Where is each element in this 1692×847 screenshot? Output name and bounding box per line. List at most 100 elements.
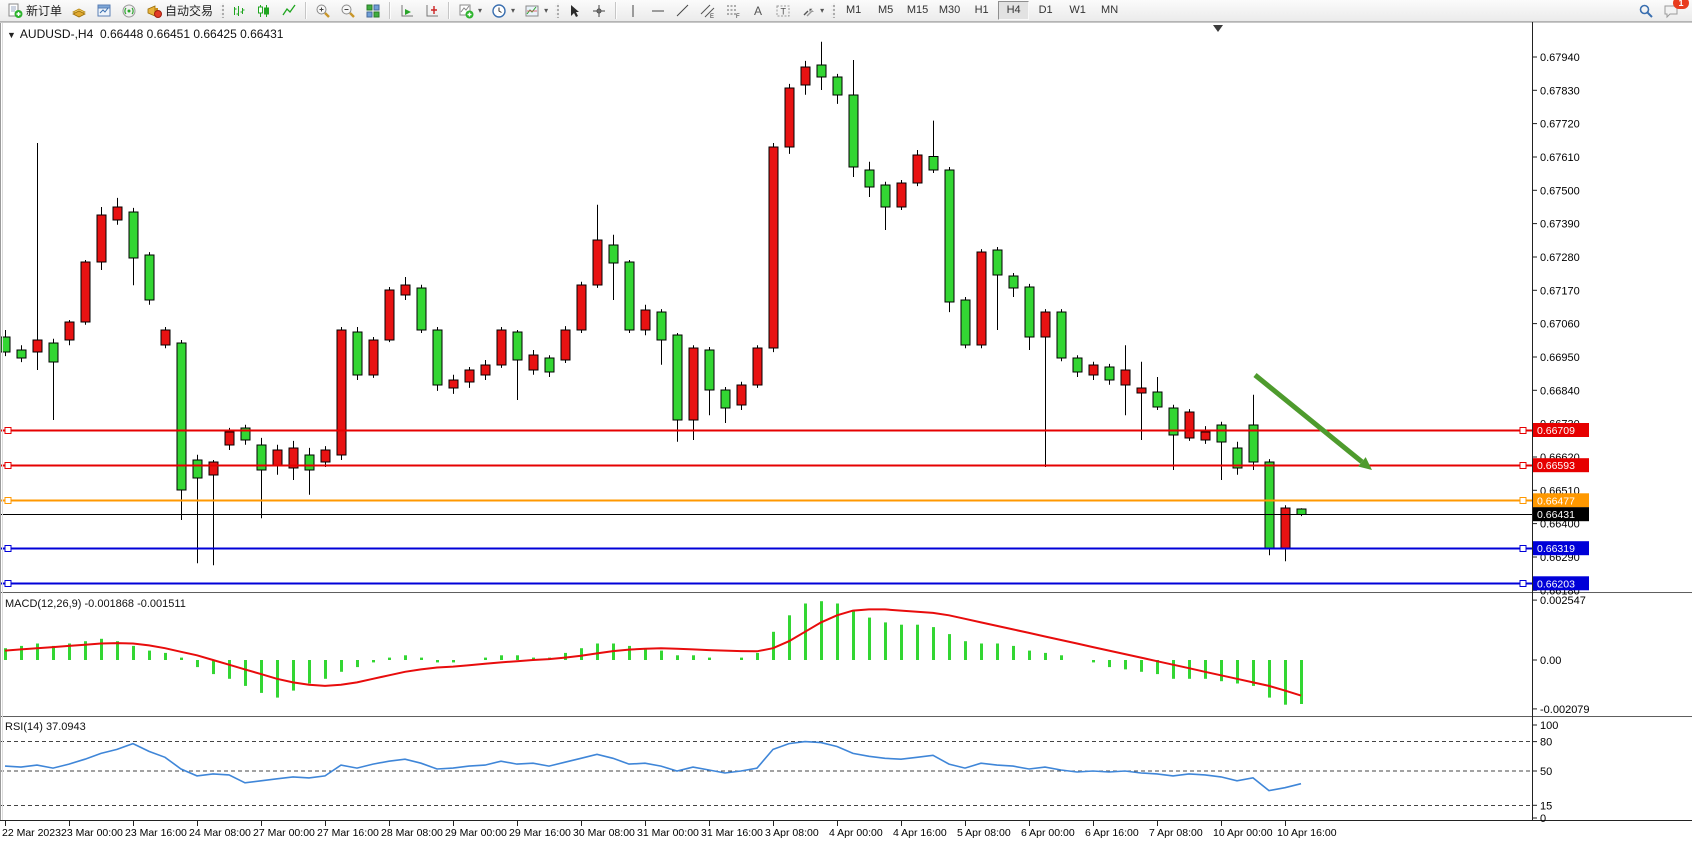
trendline-button[interactable]	[671, 0, 695, 22]
svg-text:27 Mar 00:00: 27 Mar 00:00	[253, 827, 315, 839]
fibonacci-button[interactable]: F	[721, 0, 745, 22]
text-icon: A	[750, 3, 766, 19]
cursor-button[interactable]	[562, 0, 586, 22]
data-window-icon	[96, 3, 112, 19]
signal-icon	[121, 3, 137, 19]
toolbar-separator	[615, 2, 617, 19]
svg-text:0.66203: 0.66203	[1537, 578, 1575, 590]
timeframe-button-m30[interactable]: M30	[934, 1, 965, 20]
notifications-button[interactable]: 1	[1659, 0, 1683, 22]
autotrading-icon	[146, 3, 162, 19]
autotrading-button[interactable]: 自动交易	[142, 0, 217, 22]
svg-text:31 Mar 16:00: 31 Mar 16:00	[701, 827, 763, 839]
periods-button[interactable]: ▾	[487, 0, 519, 22]
tile-windows-button[interactable]	[361, 0, 385, 22]
svg-text:0.67610: 0.67610	[1540, 152, 1580, 164]
auto-scroll-button[interactable]	[395, 0, 419, 22]
svg-text:0.67280: 0.67280	[1540, 252, 1580, 264]
arrows-button[interactable]: ▾	[796, 0, 828, 22]
candle-chart-button[interactable]	[252, 0, 276, 22]
data-window-button[interactable]	[92, 0, 116, 22]
timeframe-button-w1[interactable]: W1	[1062, 1, 1093, 20]
price-tag-0.66477: 0.66477	[1533, 493, 1589, 507]
new-order-button[interactable]: 新订单	[3, 0, 66, 22]
toolbar-separator	[448, 2, 450, 19]
svg-text:0.66319: 0.66319	[1537, 543, 1575, 555]
svg-text:7 Apr 08:00: 7 Apr 08:00	[1149, 827, 1203, 839]
candle-chart-icon	[256, 3, 272, 19]
svg-text:A: A	[754, 4, 762, 18]
crosshair-button[interactable]	[587, 0, 611, 22]
search-button[interactable]	[1634, 0, 1658, 22]
chart-shift-icon	[424, 3, 440, 19]
svg-text:28 Mar 08:00: 28 Mar 08:00	[381, 827, 443, 839]
svg-text:0.67390: 0.67390	[1540, 219, 1580, 231]
templates-button[interactable]: ▾	[520, 0, 552, 22]
bar-chart-button[interactable]	[227, 0, 251, 22]
chart-shift-button[interactable]	[420, 0, 444, 22]
signals-button[interactable]	[117, 0, 141, 22]
svg-text:0.67500: 0.67500	[1540, 185, 1580, 197]
svg-text:4 Apr 00:00: 4 Apr 00:00	[829, 827, 883, 839]
svg-text:10 Apr 16:00: 10 Apr 16:00	[1277, 827, 1337, 839]
timeframe-button-m1[interactable]: M1	[838, 1, 869, 20]
svg-text:0.00: 0.00	[1540, 655, 1561, 667]
line-chart-button[interactable]	[277, 0, 301, 22]
timeframe-button-h4[interactable]: H4	[998, 1, 1029, 20]
svg-text:6 Apr 16:00: 6 Apr 16:00	[1085, 827, 1139, 839]
svg-text:6 Apr 00:00: 6 Apr 00:00	[1021, 827, 1075, 839]
svg-text:0.67830: 0.67830	[1540, 85, 1580, 97]
svg-text:E: E	[710, 14, 714, 19]
zoom-in-icon	[315, 3, 331, 19]
svg-text:22 Mar 2023: 22 Mar 2023	[2, 827, 61, 839]
indicators-button[interactable]: ▾	[454, 0, 486, 22]
market-watch-button[interactable]	[67, 0, 91, 22]
price-tag-0.66203: 0.66203	[1533, 576, 1589, 590]
text-label-button[interactable]: T	[771, 0, 795, 22]
svg-text:31 Mar 00:00: 31 Mar 00:00	[637, 827, 699, 839]
price-tag-0.66319: 0.66319	[1533, 541, 1589, 555]
price-tag-0.66593: 0.66593	[1533, 458, 1589, 472]
timeframe-group: M1M5M15M30H1H4D1W1MN	[838, 1, 1125, 20]
new-order-label: 新订单	[26, 2, 62, 19]
trendline-icon	[675, 3, 691, 19]
svg-text:0.002547: 0.002547	[1540, 595, 1586, 607]
new-order-icon	[7, 3, 23, 19]
svg-text:0.66950: 0.66950	[1540, 352, 1580, 364]
crosshair-icon	[591, 3, 607, 19]
svg-text:-0.002079: -0.002079	[1540, 704, 1590, 716]
dropdown-caret-icon: ▾	[478, 6, 482, 15]
channel-button[interactable]: E	[696, 0, 720, 22]
timeframe-button-m15[interactable]: M15	[902, 1, 933, 20]
vertical-line-button[interactable]	[621, 0, 645, 22]
svg-text:0.67170: 0.67170	[1540, 285, 1580, 297]
price-tag-0.66431: 0.66431	[1533, 507, 1589, 521]
zoom-in-button[interactable]	[311, 0, 335, 22]
svg-text:30 Mar 08:00: 30 Mar 08:00	[573, 827, 635, 839]
svg-text:0.67940: 0.67940	[1540, 52, 1580, 64]
horizontal-line-button[interactable]	[646, 0, 670, 22]
notification-badge: 1	[1673, 0, 1689, 9]
svg-text:15: 15	[1540, 800, 1552, 812]
vertical-line-icon	[625, 3, 641, 19]
svg-text:4 Apr 16:00: 4 Apr 16:00	[893, 827, 947, 839]
timeframe-button-h1[interactable]: H1	[966, 1, 997, 20]
svg-text:0.66431: 0.66431	[1537, 509, 1575, 521]
timeframe-button-d1[interactable]: D1	[1030, 1, 1061, 20]
text-button[interactable]: A	[746, 0, 770, 22]
chart-window[interactable]: 0.679400.678300.677200.676100.675000.673…	[0, 22, 1692, 847]
toolbar-drag-handle	[555, 3, 559, 18]
svg-text:29 Mar 00:00: 29 Mar 00:00	[445, 827, 507, 839]
autotrading-label: 自动交易	[165, 2, 213, 19]
template-icon	[524, 3, 540, 19]
svg-text:80: 80	[1540, 737, 1552, 749]
chart-canvas[interactable]: 0.679400.678300.677200.676100.675000.673…	[0, 22, 1692, 847]
zoom-out-button[interactable]	[336, 0, 360, 22]
svg-text:29 Mar 16:00: 29 Mar 16:00	[509, 827, 571, 839]
fibonacci-icon: F	[725, 3, 741, 19]
horizontal-line-icon	[650, 3, 666, 19]
timeframe-button-mn[interactable]: MN	[1094, 1, 1125, 20]
toolbar-separator	[389, 2, 391, 19]
timeframe-button-m5[interactable]: M5	[870, 1, 901, 20]
svg-text:0: 0	[1540, 813, 1546, 825]
